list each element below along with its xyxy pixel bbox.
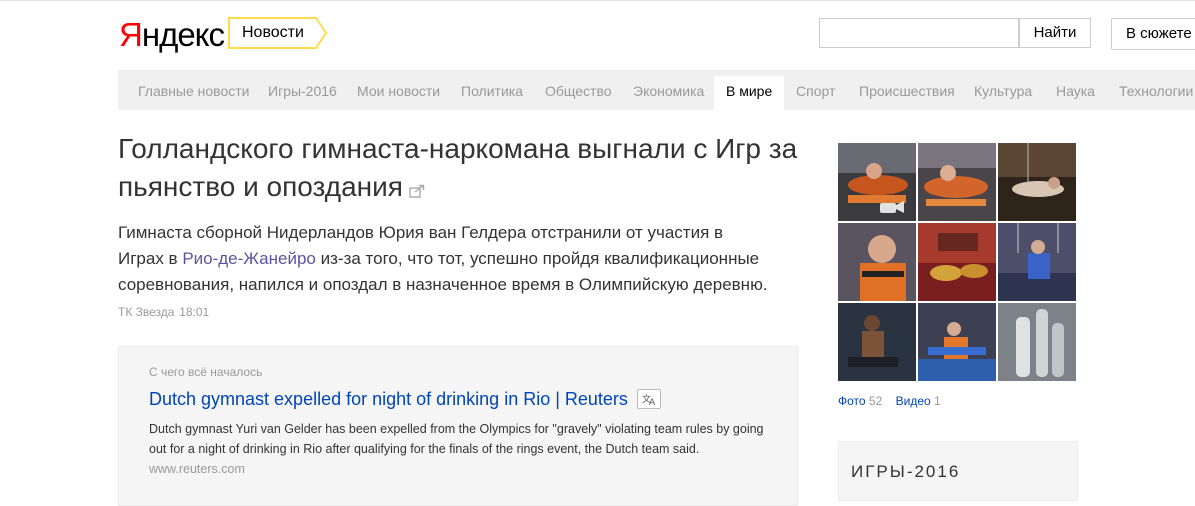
logo-text: ндекс (141, 16, 225, 53)
source-name[interactable]: ТК Звезда (118, 305, 174, 319)
games-widget: ИГРЫ-2016 (838, 441, 1078, 501)
publish-time: 18:01 (179, 305, 210, 319)
search-button[interactable]: Найти (1019, 18, 1091, 48)
svg-text:A: A (649, 398, 656, 408)
photo-thumbnail[interactable] (918, 303, 996, 381)
service-tag-news[interactable]: Новости (228, 17, 328, 49)
share-icon[interactable] (409, 170, 425, 208)
translate-icon[interactable]: 文A (637, 389, 661, 409)
article-lead: Гимнаста сборной Нидерландов Юрия ван Ге… (118, 220, 768, 325)
photo-thumbnail[interactable] (918, 223, 996, 301)
nav-item-economy[interactable]: Экономика (633, 70, 704, 110)
photo-count: 52 (868, 394, 883, 408)
video-count: 1 (934, 394, 941, 408)
nav-item-incidents[interactable]: Происшествия (859, 70, 955, 110)
yandex-logo[interactable]: Яндекс (119, 16, 225, 54)
photo-thumbnail[interactable] (838, 303, 916, 381)
origin-snippet-text: Dutch gymnast Yuri van Gelder has been e… (149, 422, 764, 456)
photo-thumbnail[interactable] (918, 143, 996, 221)
nav-item-science[interactable]: Наука (1056, 70, 1095, 110)
origin-label: С чего всё началось (149, 365, 263, 379)
logo-letter: Я (119, 16, 143, 53)
nav-item-main[interactable]: Главные новости (138, 70, 249, 110)
origin-domain[interactable]: www.reuters.com (149, 462, 245, 476)
nav-item-world[interactable]: В мире (714, 76, 785, 112)
nav-item-politics[interactable]: Политика (461, 70, 523, 110)
geo-link[interactable]: Рио-де-Жанейро (182, 249, 316, 268)
origin-title-link[interactable]: Dutch gymnast expelled for night of drin… (149, 389, 628, 410)
search-input[interactable] (819, 18, 1019, 48)
nav-item-society[interactable]: Общество (545, 70, 612, 110)
media-counts: Фото 52 Видео 1 (838, 394, 941, 408)
video-link[interactable]: Видео (896, 394, 931, 408)
category-nav: Главные новости Игры-2016 Мои новости По… (118, 70, 1195, 112)
photo-link[interactable]: Фото (838, 394, 866, 408)
origin-snippet: Dutch gymnast Yuri van Gelder has been e… (149, 419, 769, 479)
photo-thumbnail[interactable] (998, 143, 1076, 221)
photo-thumbnail[interactable] (838, 223, 916, 301)
nav-item-culture[interactable]: Культура (974, 70, 1032, 110)
photo-thumbnail[interactable] (998, 223, 1076, 301)
nav-item-games[interactable]: Игры-2016 (268, 70, 337, 110)
search-in-story-button[interactable]: В сюжете (1111, 18, 1195, 50)
photo-thumbnail[interactable] (998, 303, 1076, 381)
service-tag-label: Новости (242, 24, 304, 41)
headline-text: Голландского гимнаста-наркомана выгнали … (118, 133, 798, 202)
article-headline: Голландского гимнаста-наркомана выгнали … (118, 130, 798, 208)
photo-thumbnail[interactable] (838, 143, 916, 221)
games-widget-title[interactable]: ИГРЫ-2016 (851, 462, 960, 482)
nav-item-sport[interactable]: Спорт (796, 70, 835, 110)
photo-grid (838, 143, 1078, 383)
nav-item-my-news[interactable]: Мои новости (357, 70, 440, 110)
nav-item-tech[interactable]: Технологии (1119, 70, 1193, 110)
story-origin-box: С чего всё началось Dutch gymnast expell… (118, 346, 798, 506)
top-border (0, 0, 1195, 1)
